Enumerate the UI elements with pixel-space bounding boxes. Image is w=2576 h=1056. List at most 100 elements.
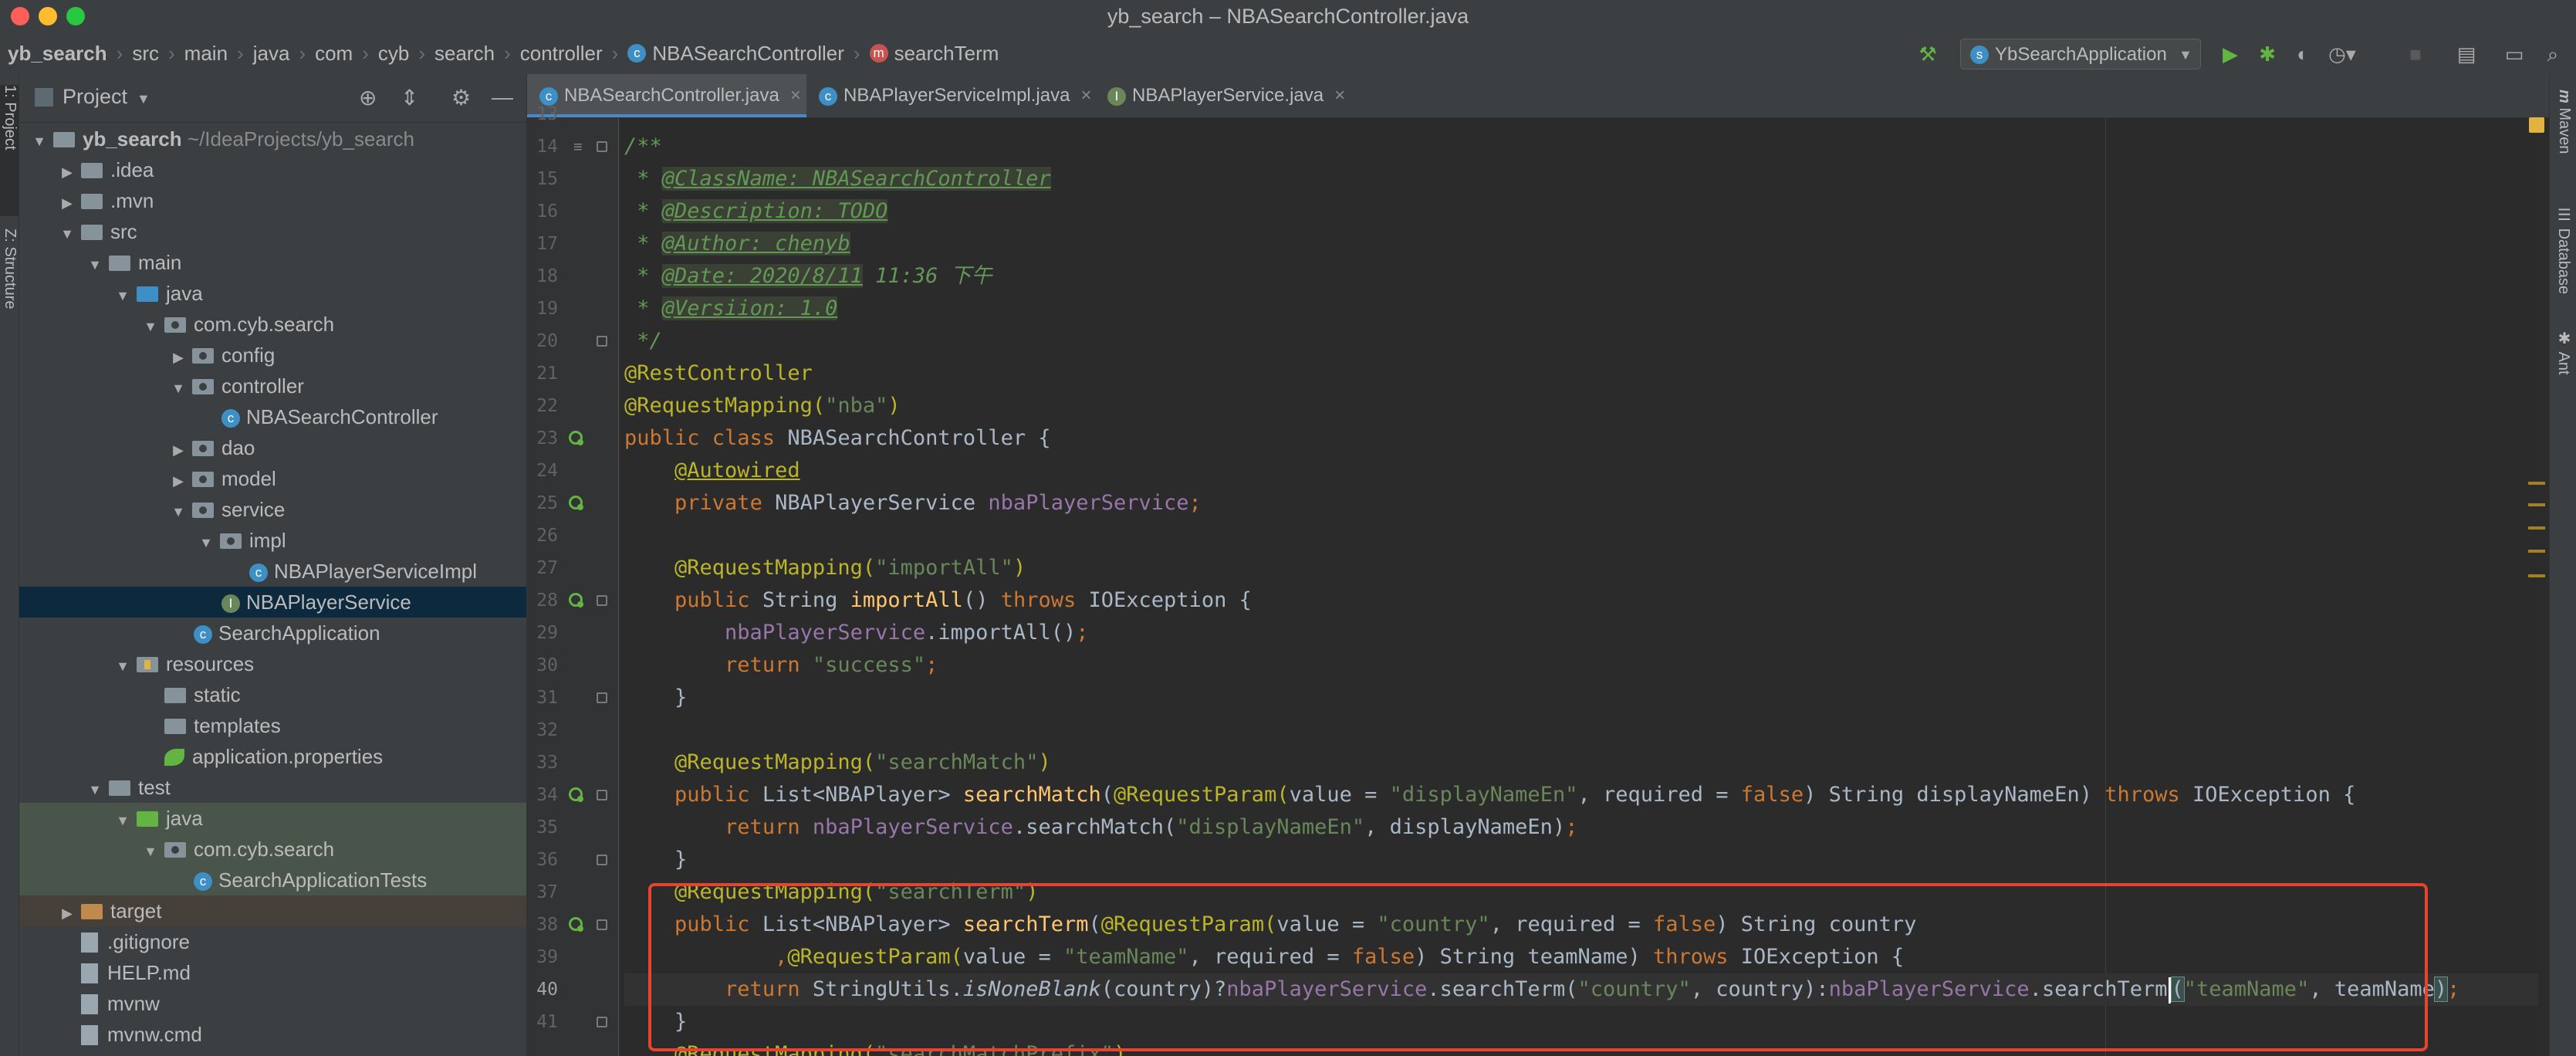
coverage-icon[interactable]: ◐ (2289, 40, 2317, 68)
project-view-selector[interactable]: Project ▼ (63, 85, 150, 109)
tab-nbaplayerservice[interactable]: I NBAPlayerService.java × (1095, 74, 1350, 117)
tree-item-src[interactable]: ▼ src (19, 216, 526, 247)
chevron-right-icon[interactable]: ▶ (59, 157, 75, 188)
chevron-right-icon[interactable]: ▶ (59, 898, 75, 929)
ant-tool-tab[interactable]: ✱ Ant (2553, 329, 2573, 421)
chevron-right-icon[interactable]: ▶ (171, 435, 186, 465)
chevron-down-icon[interactable]: ▼ (115, 651, 130, 682)
tree-item-dao[interactable]: ▶ dao (19, 432, 526, 463)
tree-item-config[interactable]: ▶ config (19, 340, 526, 371)
fold-toggle-icon[interactable] (597, 855, 607, 865)
chevron-down-icon[interactable]: ▼ (143, 836, 158, 867)
tree-item-package[interactable]: ▼ com.cyb.search (19, 309, 526, 340)
fold-toggle-icon[interactable] (597, 692, 607, 703)
tree-item-test-java[interactable]: ▼ java (19, 803, 526, 834)
spring-bean-gutter-icon[interactable] (569, 431, 583, 445)
tree-item-mvnw-cmd[interactable]: mvnw.cmd (19, 1019, 526, 1050)
chevron-right-icon[interactable]: ▶ (171, 342, 186, 373)
locate-icon[interactable]: ⊕ (359, 85, 377, 110)
collapse-all-icon[interactable]: ⇕ (401, 85, 418, 110)
error-stripe-mark[interactable] (2528, 550, 2545, 553)
spring-endpoint-gutter-icon[interactable] (569, 787, 583, 802)
project-structure-icon[interactable]: ▤ (2453, 40, 2480, 68)
fold-toggle-icon[interactable] (597, 919, 607, 930)
stop-icon[interactable]: ■ (2402, 40, 2429, 68)
tree-item-idea[interactable]: ▶ .idea (19, 154, 526, 185)
tree-item-nbasearchcontroller[interactable]: c NBASearchController (19, 401, 526, 432)
hide-icon[interactable]: — (492, 85, 513, 110)
fold-toggle-icon[interactable] (597, 595, 607, 606)
tree-item-application-properties[interactable]: application.properties (19, 741, 526, 772)
error-stripe-mark[interactable] (2528, 526, 2545, 530)
tree-item-test-package[interactable]: ▼ com.cyb.search (19, 834, 526, 865)
profile-icon[interactable]: ◷▾ (2323, 40, 2361, 68)
tree-item-service[interactable]: ▼ service (19, 494, 526, 525)
build-hammer-icon[interactable]: ⚒ (1912, 40, 1943, 68)
spring-endpoint-gutter-icon[interactable] (569, 917, 583, 932)
error-stripe-mark[interactable] (2528, 574, 2545, 577)
tree-item-root[interactable]: ▼ yb_search ~/IdeaProjects/yb_search (19, 124, 526, 154)
tree-item-searchapplicationtests[interactable]: c SearchApplicationTests (19, 865, 526, 895)
chevron-down-icon[interactable]: ▼ (87, 249, 103, 280)
terminal-icon[interactable]: ▭ (2500, 40, 2528, 68)
debug-icon[interactable]: ✱ (2253, 40, 2281, 68)
excluded-folder-icon (81, 904, 103, 919)
structure-tool-tab[interactable]: Z: Structure (0, 228, 19, 375)
tab-nbasearchcontroller[interactable]: c NBASearchController.java × (527, 74, 806, 117)
tree-item-gitignore[interactable]: .gitignore (19, 926, 526, 957)
chevron-down-icon[interactable]: ▼ (143, 311, 158, 342)
tree-item-searchapplication[interactable]: c SearchApplication (19, 618, 526, 648)
tree-item-nbaplayerservice[interactable]: I NBAPlayerService (19, 587, 526, 618)
tree-item-main[interactable]: ▼ main (19, 247, 526, 278)
chevron-down-icon[interactable]: ▼ (171, 373, 186, 404)
tree-item-model[interactable]: ▶ model (19, 463, 526, 494)
gear-icon[interactable]: ⚙ (451, 85, 471, 110)
fold-toggle-icon[interactable] (597, 336, 607, 347)
close-icon[interactable]: × (1080, 85, 1091, 106)
tree-item-mvnw[interactable]: mvnw (19, 988, 526, 1019)
error-stripe-mark[interactable] (2528, 503, 2545, 506)
chevron-right-icon[interactable]: ▶ (59, 188, 75, 218)
chevron-down-icon[interactable]: ▼ (115, 805, 130, 836)
warning-indicator-icon[interactable] (2529, 117, 2544, 133)
folder-icon (164, 688, 186, 703)
run-icon[interactable]: ▶ (2216, 40, 2244, 68)
tab-nbaplayerserviceimpl[interactable]: c NBAPlayerServiceImpl.java × (806, 74, 1095, 117)
chevron-down-icon[interactable]: ▼ (198, 527, 214, 558)
fold-toggle-icon[interactable] (597, 790, 607, 800)
chevron-down-icon[interactable]: ▼ (115, 280, 130, 311)
tree-item-target[interactable]: ▶ target (19, 895, 526, 926)
tree-item-impl[interactable]: ▼ impl (19, 525, 526, 556)
fold-toggle-icon[interactable] (597, 141, 607, 152)
tree-item-static[interactable]: static (19, 679, 526, 710)
tree-item-templates[interactable]: templates (19, 710, 526, 741)
search-icon[interactable]: ⌕ (2539, 40, 2567, 68)
maven-tool-tab[interactable]: m Maven (2553, 90, 2573, 205)
code-line-30: return "success"; (725, 653, 938, 677)
tree-item-java[interactable]: ▼ java (19, 278, 526, 309)
tree-item-controller[interactable]: ▼ controller (19, 371, 526, 401)
chevron-down-icon[interactable]: ▼ (87, 774, 103, 805)
tree-item-nbaplayerserviceimpl[interactable]: c NBAPlayerServiceImpl (19, 556, 526, 587)
close-icon[interactable]: × (790, 85, 801, 106)
chevron-down-icon[interactable]: ▼ (171, 496, 186, 527)
fold-toggle-icon[interactable] (597, 1017, 607, 1027)
tree-item-resources[interactable]: ▼ resources (19, 648, 526, 679)
run-configuration-select[interactable]: s YbSearchApplication ▼ (1960, 39, 2201, 69)
chevron-right-icon[interactable]: ▶ (171, 465, 186, 496)
tree-item-mvn[interactable]: ▶ .mvn (19, 185, 526, 216)
source-folder-icon (137, 286, 158, 302)
spring-endpoint-gutter-icon[interactable] (569, 593, 583, 608)
chevron-down-icon[interactable]: ▼ (59, 218, 75, 249)
implemented-icon[interactable]: ≡ (573, 139, 583, 157)
error-stripe-mark[interactable] (2528, 482, 2545, 485)
code-line-29: nbaPlayerService.importAll(); (725, 621, 1089, 645)
line-number: 21 (536, 364, 558, 384)
class-icon: c (819, 86, 837, 106)
close-icon[interactable]: × (1334, 85, 1345, 106)
chevron-down-icon[interactable]: ▼ (32, 126, 47, 157)
tree-item-help-md[interactable]: HELP.md (19, 957, 526, 988)
tree-item-test[interactable]: ▼ test (19, 772, 526, 803)
spring-autowired-gutter-icon[interactable] (569, 496, 583, 510)
project-tool-tab[interactable]: 1: Project (0, 85, 19, 216)
